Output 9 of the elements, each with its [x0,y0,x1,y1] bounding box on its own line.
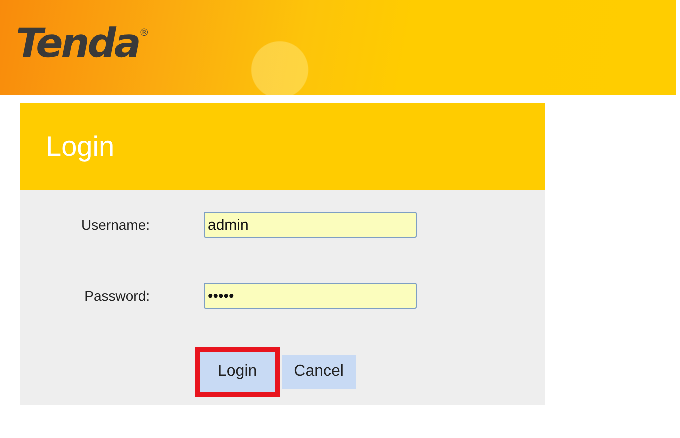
field-label: Password: [84,288,150,304]
input-field[interactable]: admin [204,212,417,238]
cancel-button[interactable]: Cancel [282,355,356,389]
field-label: Username: [80,217,150,233]
input-field[interactable]: ••••• [204,283,417,309]
registered-mark: ® [139,28,150,39]
login-button[interactable]: Login [195,347,280,397]
brand-logo: Tenda [16,20,140,66]
panel-title: Login [46,130,115,162]
